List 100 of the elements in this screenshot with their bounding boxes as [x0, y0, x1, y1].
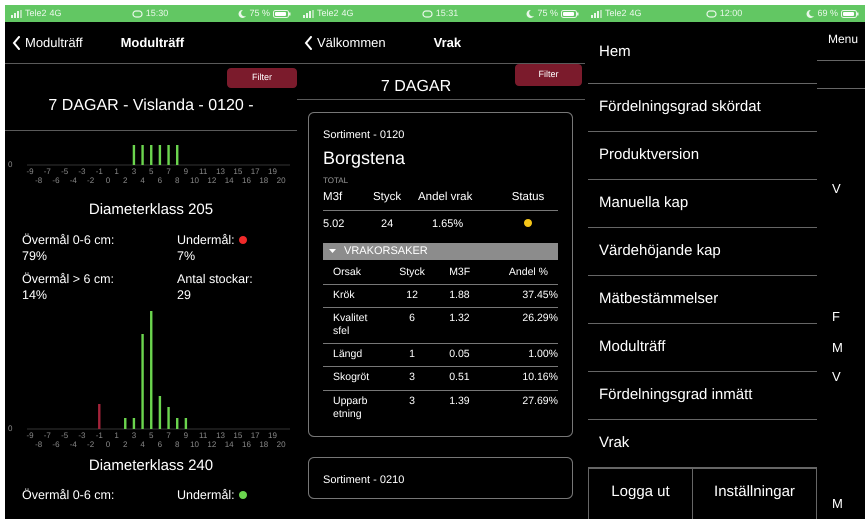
- stat-label: Övermål > 6 cm:: [22, 272, 114, 286]
- battery-icon: [840, 10, 859, 18]
- battery-icon: [560, 10, 579, 18]
- table-cell: 37.45%: [488, 284, 558, 308]
- label-fragment: F: [831, 309, 841, 325]
- chart-bar: [176, 418, 178, 428]
- axis-label: 12: [207, 440, 216, 448]
- axis-label: 0: [8, 160, 12, 169]
- axis-label: -5: [61, 167, 68, 176]
- axis-label: 7: [166, 430, 171, 440]
- card-subtitle: Sortiment - 0210: [323, 472, 406, 488]
- stat-value: 29: [177, 288, 191, 302]
- back-icon: [304, 36, 313, 50]
- stat-value: 7%: [177, 248, 196, 262]
- menu-item[interactable]: Hem: [588, 22, 817, 84]
- back-button[interactable]: Modulträff: [5, 32, 83, 52]
- axis-label: -8: [35, 440, 42, 448]
- menu-item[interactable]: Manuella kap: [588, 180, 817, 228]
- filter-button[interactable]: Filter: [227, 68, 297, 88]
- battery-percent: 69 %: [817, 6, 838, 20]
- network-type: 4G: [342, 6, 354, 20]
- chart-bar: [167, 406, 170, 428]
- axis-label: -7: [44, 430, 51, 440]
- table-cell-text: 24: [380, 217, 394, 232]
- axis-label: 0: [106, 176, 110, 185]
- stat-label: Övermål 0-6 cm:: [22, 488, 114, 502]
- signal-icon: [11, 10, 22, 18]
- label-fragment: M: [831, 340, 844, 356]
- back-button[interactable]: Välkommen: [297, 32, 386, 52]
- table-cell: Längd: [323, 344, 385, 367]
- clock-time: 12:00: [720, 6, 742, 20]
- clock-time: 15:31: [436, 6, 458, 20]
- table-cell: 0.51: [439, 366, 488, 390]
- table-cell: 3: [385, 390, 440, 426]
- axis-label: 15: [233, 430, 242, 440]
- card-subtitle: Sortiment - 0120: [323, 128, 406, 143]
- stat-value: 14%: [22, 288, 48, 302]
- axis-label: 19: [268, 167, 277, 176]
- axis-label: 4: [140, 176, 145, 185]
- menu-item[interactable]: Värdehöjande kap: [588, 228, 817, 276]
- caret-icon: [329, 248, 336, 255]
- column-header: Status: [510, 190, 546, 206]
- axis-label: 2: [123, 176, 128, 185]
- menu-item[interactable]: Fördelningsgrad skördat: [588, 84, 817, 132]
- link-icon: [706, 10, 717, 18]
- column-header: Andel vrak: [418, 190, 474, 206]
- menu-title: Menu: [817, 22, 865, 61]
- axis-label: 18: [259, 440, 268, 448]
- network-type: 4G: [50, 6, 62, 20]
- axis-label: 16: [242, 440, 251, 448]
- axis-label: 8: [175, 176, 180, 185]
- menu-item[interactable]: Produktversion: [588, 132, 817, 180]
- table-cell: Skogröt: [323, 366, 385, 390]
- card-title: Borgstena: [323, 148, 406, 170]
- column-header: Styck: [385, 262, 440, 284]
- chart-bar: [124, 418, 126, 428]
- axis-label: 20: [276, 176, 286, 185]
- axis-label: 14: [224, 440, 234, 448]
- axis-label: -4: [70, 176, 77, 185]
- axis-label: 3: [132, 167, 136, 176]
- axis-label: 13: [216, 167, 225, 176]
- menu-item[interactable]: Vrak: [588, 420, 817, 468]
- chart-bar: [141, 145, 144, 165]
- menu-item[interactable]: Mätbestämmelser: [588, 276, 817, 324]
- axis-label: -9: [26, 430, 34, 440]
- table-cell: 6: [385, 308, 440, 344]
- axis-label: -9: [26, 167, 34, 176]
- back-icon: [12, 36, 21, 50]
- axis-label: -1: [96, 167, 103, 176]
- table-cell: 0.05: [439, 344, 488, 367]
- axis-label: 16: [242, 176, 251, 185]
- table-cell-text: 1.65%: [431, 217, 464, 232]
- column-header: M3f: [323, 190, 344, 206]
- axis-label: 1: [114, 430, 119, 440]
- axis-label: 11: [199, 430, 208, 440]
- axis-label: 6: [158, 440, 162, 448]
- link-icon: [422, 10, 433, 18]
- battery-percent: 75 %: [249, 6, 270, 20]
- table-cell: Upparb etning: [323, 390, 385, 426]
- stat-label: Undermål:: [177, 232, 235, 246]
- chart-bar: [176, 145, 178, 165]
- stat-label: Antal stockar:: [177, 272, 253, 286]
- axis-label: -3: [78, 167, 86, 176]
- stat-value: 79%: [22, 248, 48, 262]
- total-label: TOTAL: [323, 175, 350, 188]
- class-title: Diameterklass 240: [88, 456, 214, 476]
- table-cell: 26.29%: [488, 308, 558, 344]
- table-cell: 1.88: [439, 284, 488, 308]
- table-cell-text: 5.02: [323, 217, 346, 232]
- axis-label: 19: [268, 430, 277, 440]
- screen-title: Modulträff: [120, 34, 184, 52]
- menu-item[interactable]: Fördelningsgrad inmätt: [588, 372, 817, 420]
- moon-icon: [806, 10, 814, 18]
- column-header: Orsak: [323, 262, 385, 284]
- axis-label: -4: [70, 440, 77, 448]
- column-header: Andel %: [488, 262, 558, 284]
- axis-label: 0: [8, 424, 12, 432]
- column-header: Styck: [373, 190, 402, 206]
- filter-button[interactable]: Filter: [515, 64, 582, 86]
- menu-item[interactable]: Modulträff: [588, 324, 817, 372]
